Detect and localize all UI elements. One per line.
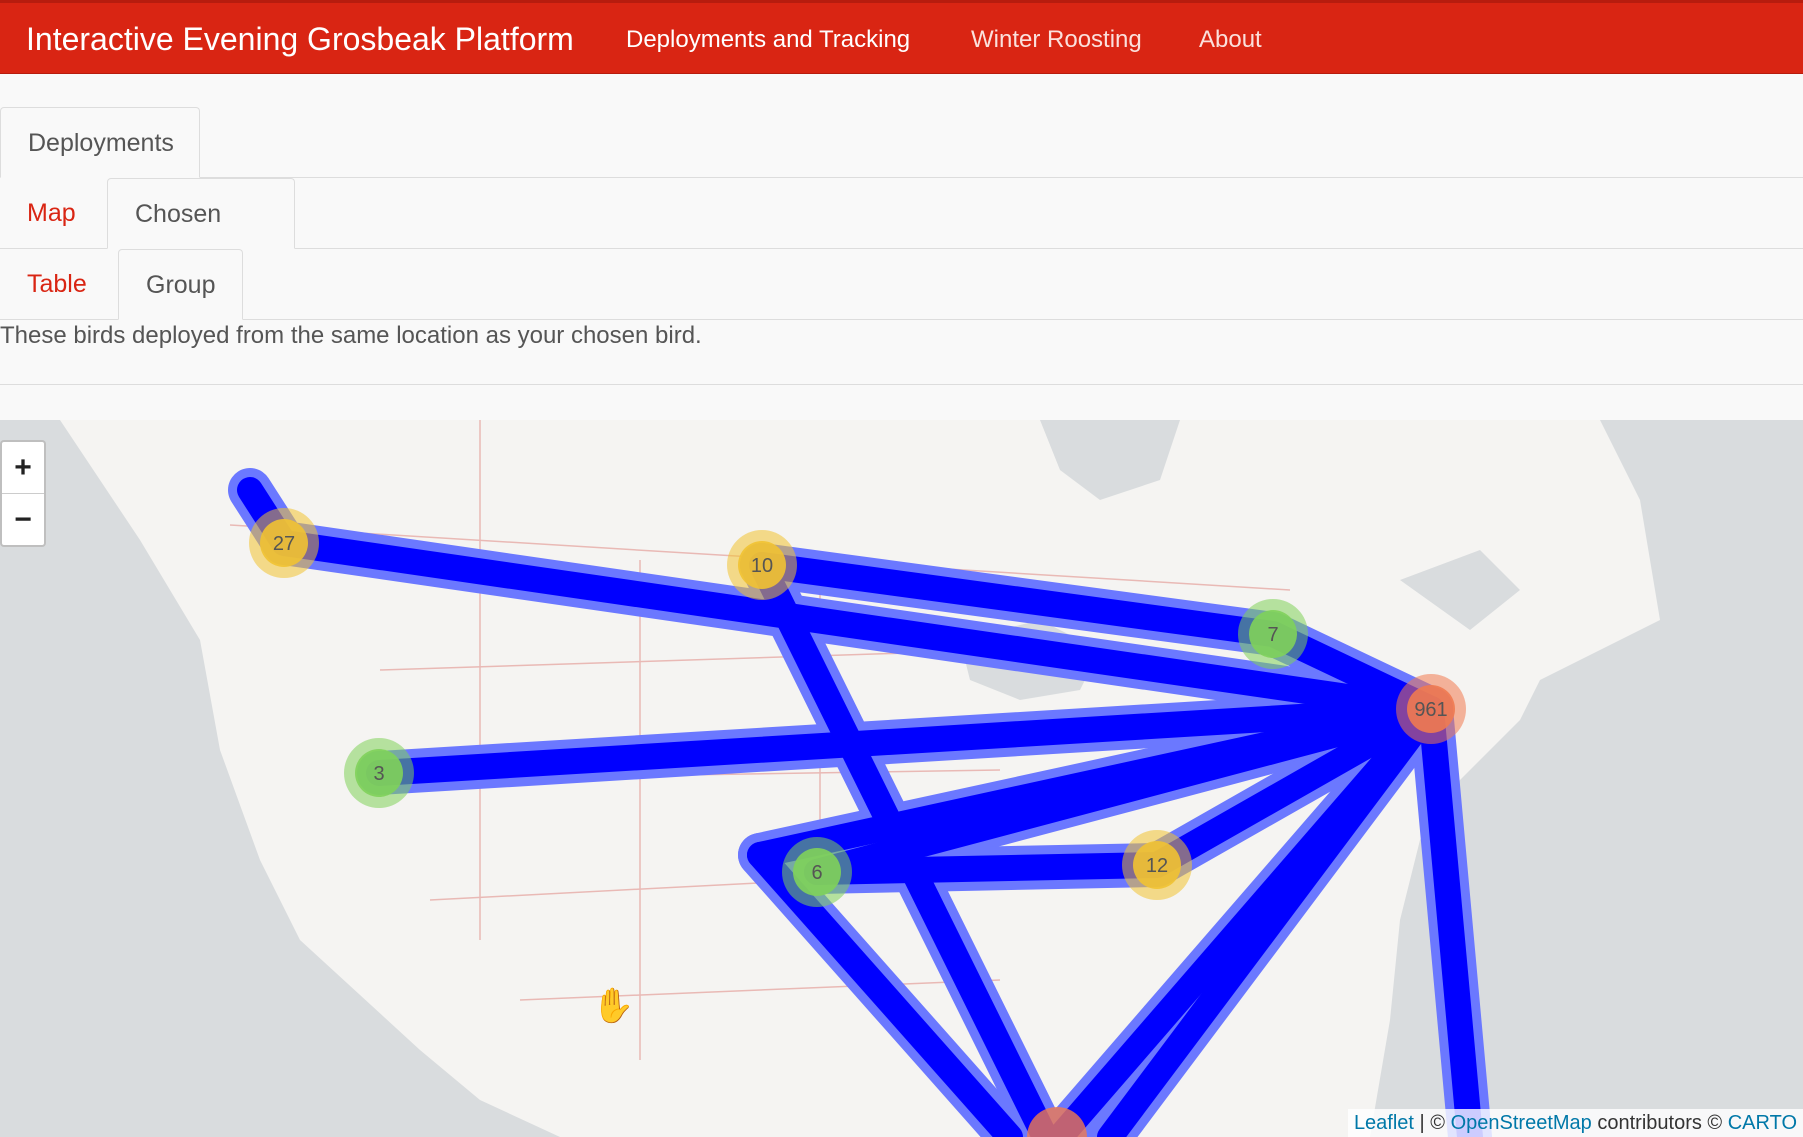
cluster-marker[interactable]: 3 bbox=[344, 738, 414, 808]
map-attribution: Leaflet | © OpenStreetMap contributors ©… bbox=[1347, 1109, 1803, 1137]
map-panel[interactable]: 27 10 7 961 3 6 12 bbox=[0, 420, 1803, 1137]
attribution-contributors: contributors © bbox=[1591, 1112, 1728, 1134]
cluster-marker[interactable]: 27 bbox=[249, 508, 319, 578]
zoom-control: + − bbox=[0, 440, 46, 547]
group-description: These birds deployed from the same locat… bbox=[0, 322, 702, 349]
leaflet-link[interactable]: Leaflet bbox=[1354, 1112, 1414, 1134]
hand-cursor-icon: ✋ bbox=[592, 987, 635, 1025]
tab-group[interactable]: Group bbox=[118, 249, 243, 320]
brand-title[interactable]: Interactive Evening Grosbeak Platform bbox=[26, 21, 574, 58]
attribution-sep: | © bbox=[1414, 1112, 1451, 1134]
zoom-in-button[interactable]: + bbox=[2, 442, 44, 494]
nav-winter-roosting[interactable]: Winter Roosting bbox=[971, 26, 1142, 54]
cluster-count: 6 bbox=[811, 862, 822, 884]
zoom-out-button[interactable]: − bbox=[2, 494, 44, 545]
cluster-count: 12 bbox=[1146, 855, 1168, 877]
tab-deployments[interactable]: Deployments bbox=[0, 107, 200, 178]
cluster-count: 3 bbox=[373, 763, 384, 785]
tabs-level-1: Deployments bbox=[0, 107, 1803, 178]
nav-deployments-tracking[interactable]: Deployments and Tracking bbox=[626, 26, 910, 54]
carto-link[interactable]: CARTO bbox=[1728, 1112, 1797, 1134]
cluster-count: 27 bbox=[273, 533, 295, 555]
cluster-marker[interactable]: 6 bbox=[782, 837, 852, 907]
divider bbox=[0, 384, 1803, 385]
cluster-marker[interactable]: 961 bbox=[1396, 674, 1466, 744]
tabs-level-3: Table Group bbox=[0, 249, 1803, 320]
cluster-count: 961 bbox=[1414, 699, 1447, 721]
cluster-marker[interactable]: 7 bbox=[1238, 599, 1308, 669]
cluster-count: 10 bbox=[751, 555, 773, 577]
tab-table[interactable]: Table bbox=[0, 249, 114, 320]
tabs-level-2: Map Chosen bird bbox=[0, 178, 1803, 299]
map-canvas[interactable]: 27 10 7 961 3 6 12 bbox=[0, 420, 1803, 1137]
top-navbar: Interactive Evening Grosbeak Platform De… bbox=[0, 0, 1803, 74]
nav-about[interactable]: About bbox=[1199, 26, 1262, 54]
cluster-count: 7 bbox=[1267, 624, 1278, 646]
cluster-marker[interactable]: 10 bbox=[727, 530, 797, 600]
tab-map[interactable]: Map bbox=[0, 178, 103, 249]
osm-link[interactable]: OpenStreetMap bbox=[1451, 1112, 1592, 1134]
tab-chosen-bird[interactable]: Chosen bird bbox=[107, 178, 295, 299]
cluster-marker[interactable]: 12 bbox=[1122, 830, 1192, 900]
